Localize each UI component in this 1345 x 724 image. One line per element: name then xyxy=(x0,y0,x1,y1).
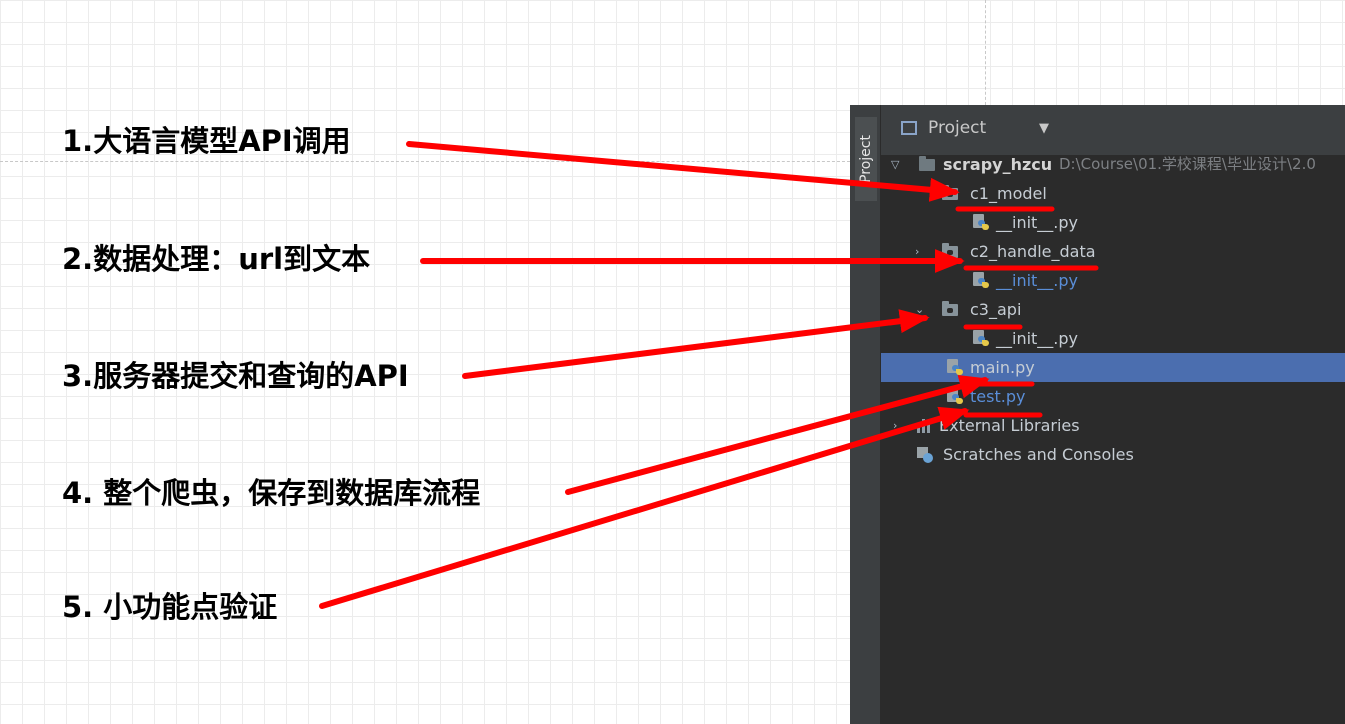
annotation-5: 5. 小功能点验证 xyxy=(62,590,278,624)
project-view-icon xyxy=(901,121,917,135)
tree-item-label: External Libraries xyxy=(939,416,1080,435)
guide-line-vertical xyxy=(985,0,986,105)
guide-line-horizontal xyxy=(0,161,860,162)
chevron-down-icon[interactable]: ▽ xyxy=(891,150,899,179)
tree-item-label: c2_handle_data xyxy=(970,242,1096,261)
chevron-right-icon[interactable]: › xyxy=(893,411,897,440)
chevron-down-icon[interactable]: ▼ xyxy=(1039,121,1049,136)
annotation-1: 1.大语言模型API调用 xyxy=(62,124,351,158)
tree-item-label: main.py xyxy=(970,358,1035,377)
tree-item-label: __init__.py xyxy=(996,271,1079,290)
tree-item-label: __init__.py xyxy=(996,329,1079,348)
tree-root-path: D:\Course\01.学校课程\毕业设计\2.0 xyxy=(1059,155,1316,173)
tree-root-scrapy-hzcu[interactable]: ▽ scrapy_hzcu D:\Course\01.学校课程\毕业设计\2.0 xyxy=(881,150,1345,179)
library-icon xyxy=(917,419,935,433)
tree-item-scratches[interactable]: Scratches and Consoles xyxy=(881,440,1345,469)
tree-item-label: Scratches and Consoles xyxy=(943,445,1134,464)
python-file-icon xyxy=(973,214,989,231)
python-file-icon xyxy=(973,330,989,347)
package-folder-icon xyxy=(942,243,958,258)
project-side-tab-label: Project xyxy=(858,135,874,183)
tree-item-c2-handle-data[interactable]: › c2_handle_data xyxy=(881,237,1345,266)
chevron-down-icon[interactable]: ⌄ xyxy=(915,295,924,324)
tree-item-label: __init__.py xyxy=(996,213,1079,232)
project-side-tab[interactable]: Project xyxy=(855,117,877,201)
tree-item-label: test.py xyxy=(970,387,1026,406)
folder-icon xyxy=(919,156,935,171)
chevron-right-icon[interactable]: › xyxy=(915,237,919,266)
tree-item-external-libraries[interactable]: › External Libraries xyxy=(881,411,1345,440)
annotation-4: 4. 整个爬虫，保存到数据库流程 xyxy=(62,476,481,510)
package-folder-icon xyxy=(942,301,958,316)
project-panel-title[interactable]: Project xyxy=(928,118,986,138)
tree-item-label: c1_model xyxy=(970,184,1047,203)
project-tool-window: Project Project ▼ ▽ scrapy_hzcu D:\Cours… xyxy=(850,105,1345,724)
tree-item-test-py[interactable]: test.py xyxy=(881,382,1345,411)
scratches-icon xyxy=(917,447,933,463)
tree-root-label: scrapy_hzcu xyxy=(943,155,1053,174)
tree-item-c1-init[interactable]: __init__.py xyxy=(881,208,1345,237)
project-panel-header: Project ▼ xyxy=(881,105,1345,155)
package-folder-icon xyxy=(942,185,958,200)
annotation-2: 2.数据处理：url到文本 xyxy=(62,242,371,276)
tree-item-c3-api[interactable]: ⌄ c3_api xyxy=(881,295,1345,324)
tree-item-c3-init[interactable]: __init__.py xyxy=(881,324,1345,353)
tree-item-c2-init[interactable]: __init__.py xyxy=(881,266,1345,295)
annotation-3: 3.服务器提交和查询的API xyxy=(62,359,409,393)
tree-item-label: c3_api xyxy=(970,300,1022,319)
python-file-icon xyxy=(947,388,963,405)
tree-item-c1-model[interactable]: c1_model xyxy=(881,179,1345,208)
python-file-icon xyxy=(973,272,989,289)
tree-item-main-py[interactable]: main.py xyxy=(881,353,1345,382)
python-file-icon xyxy=(947,359,963,376)
tool-window-strip: Project xyxy=(850,105,881,724)
